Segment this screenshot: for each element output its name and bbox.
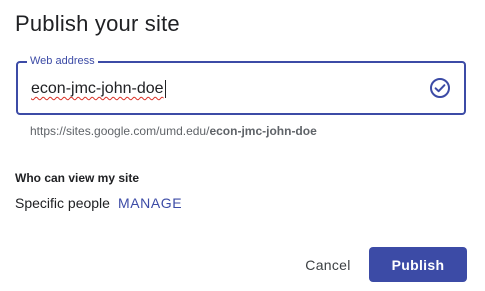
site-url-preview: https://sites.google.com/umd.edu/econ-jm… — [30, 123, 317, 139]
visibility-value: Specific people — [15, 195, 110, 211]
text-cursor — [164, 80, 166, 98]
cancel-button[interactable]: Cancel — [296, 249, 360, 281]
web-address-input[interactable]: econ-jmc-john-doe — [31, 79, 166, 99]
check-circle-icon — [430, 78, 450, 98]
web-address-field[interactable]: Web address econ-jmc-john-doe — [16, 54, 466, 115]
web-address-value: econ-jmc-john-doe — [31, 80, 164, 97]
publish-dialog: Publish your site Web address econ-jmc-j… — [0, 0, 485, 291]
dialog-title: Publish your site — [15, 11, 180, 36]
publish-button[interactable]: Publish — [369, 247, 467, 282]
visibility-row: Specific people MANAGE — [15, 195, 182, 211]
visibility-heading: Who can view my site — [15, 171, 140, 185]
web-address-label: Web address — [27, 54, 98, 68]
manage-button[interactable]: MANAGE — [118, 195, 182, 211]
url-slug: econ-jmc-john-doe — [209, 124, 317, 138]
url-prefix: https://sites.google.com/umd.edu/ — [30, 124, 210, 138]
